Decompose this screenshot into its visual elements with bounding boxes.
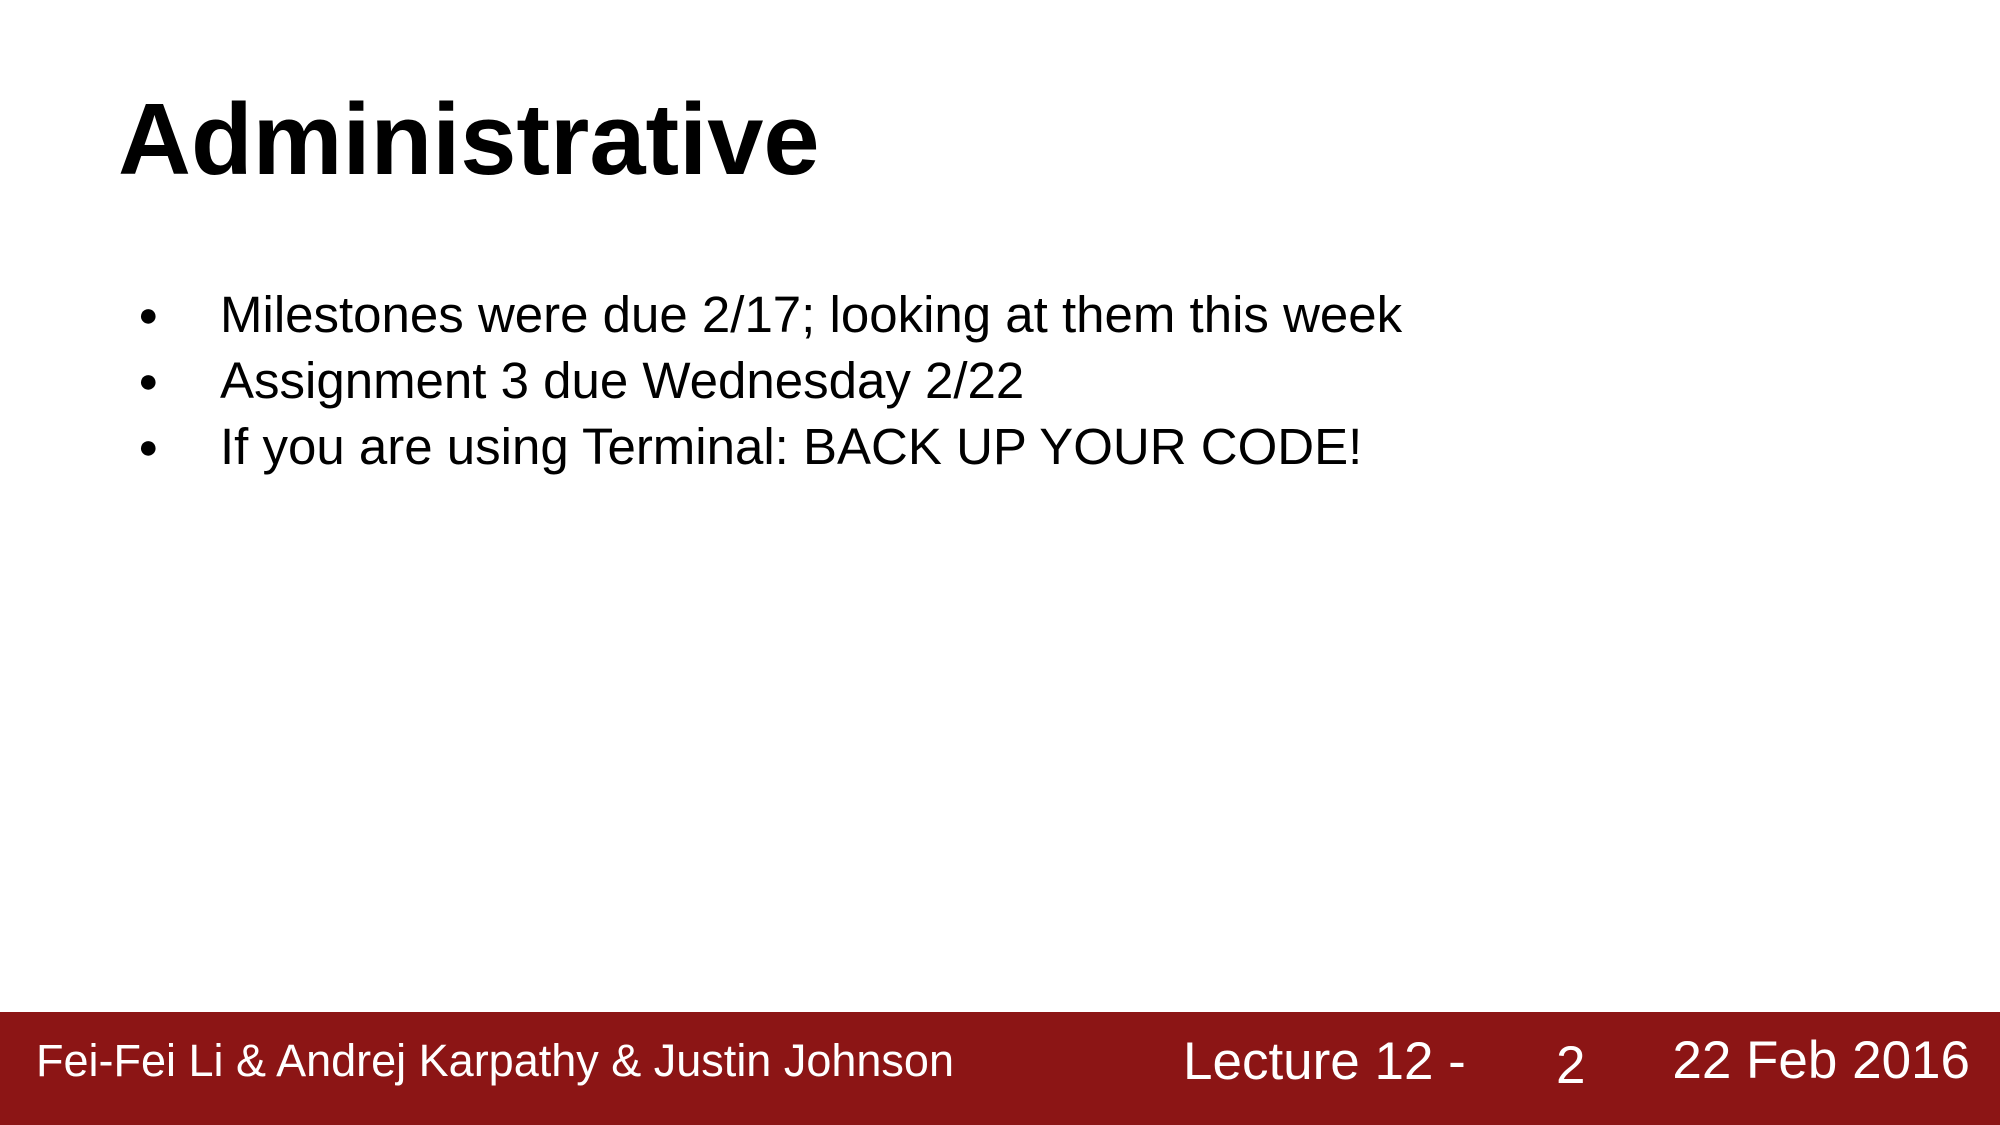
footer-bar: Fei-Fei Li & Andrej Karpathy & Justin Jo… <box>0 1012 2000 1125</box>
slide: Administrative ● Milestones were due 2/1… <box>0 0 2000 1125</box>
bullet-dot-icon: ● <box>138 428 159 466</box>
footer-lecture-label: Lecture 12 - <box>1183 1032 1466 1091</box>
footer-date: 22 Feb 2016 <box>1672 1031 1970 1090</box>
bullet-text: Assignment 3 due Wednesday 2/22 <box>220 352 1025 409</box>
bullet-dot-icon: ● <box>138 362 159 400</box>
slide-title: Administrative <box>118 84 820 196</box>
bullet-text: If you are using Terminal: BACK UP YOUR … <box>220 418 1363 475</box>
footer-page-number: 2 <box>1556 1036 1586 1095</box>
footer-authors: Fei-Fei Li & Andrej Karpathy & Justin Jo… <box>36 1035 954 1086</box>
bullet-dot-icon: ● <box>138 296 159 334</box>
bullet-text: Milestones were due 2/17; looking at the… <box>220 286 1403 343</box>
